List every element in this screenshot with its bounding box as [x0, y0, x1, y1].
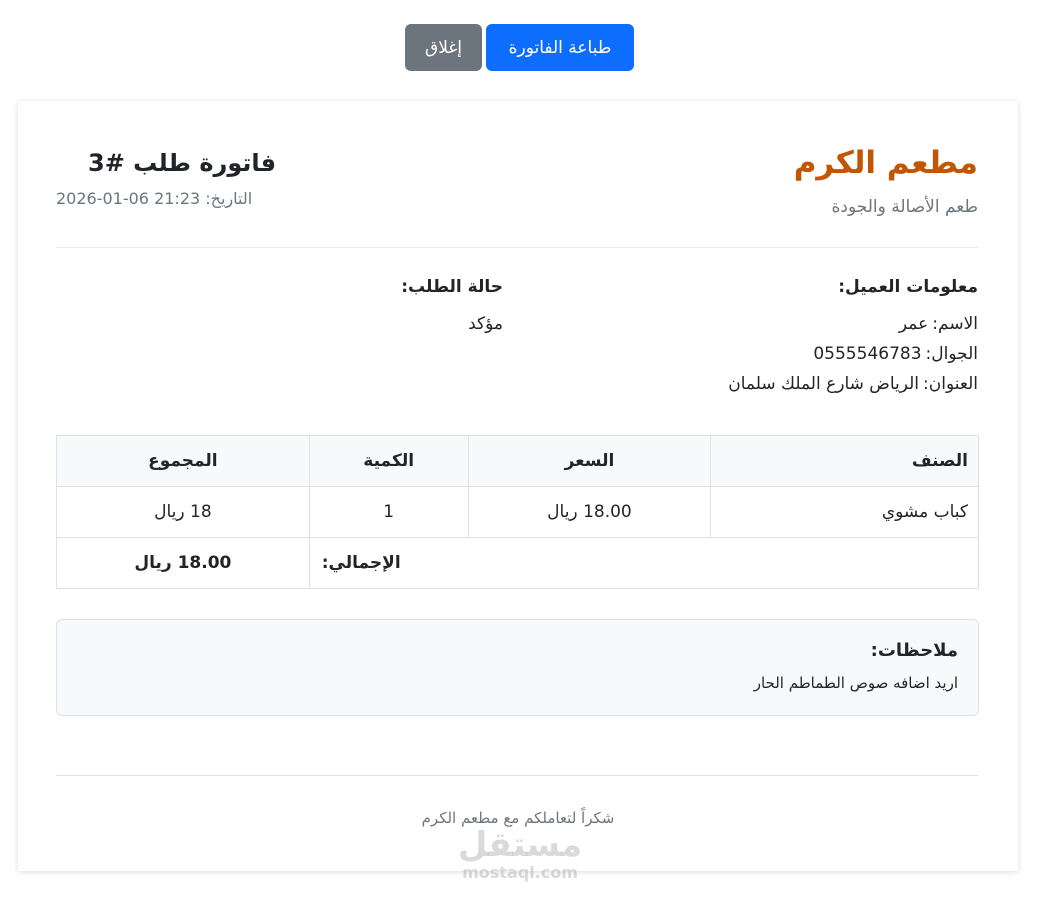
restaurant-name: مطعم الكرم [793, 145, 978, 181]
close-button[interactable]: إغلاق [405, 24, 482, 71]
table-header-row: الصنف السعر الكمية المجموع [56, 435, 979, 487]
cell-total: 18 ريال [56, 486, 310, 538]
table-row: كباب مشوي 18.00 ريال 1 18 ريال [56, 486, 979, 538]
customer-phone: الجوال:0555546783 [813, 344, 978, 364]
header-price: السعر [467, 435, 712, 487]
customer-name-value: عمر [898, 314, 929, 334]
cell-price: 18.00 ريال [467, 486, 712, 538]
customer-address-value: الرياض شارع الملك سلمان [728, 374, 920, 394]
notes-text: اريد اضافه صوص الطماطم الحار [753, 674, 958, 692]
header-item: الصنف [710, 435, 979, 487]
invoice-card: مطعم الكرم طعم الأصالة والجودة فاتورة طل… [18, 101, 1018, 871]
invoice-title: فاتورة طلب #3 [88, 149, 277, 177]
order-status-value: مؤكد [468, 314, 503, 334]
customer-address: العنوان:الرياض شارع الملك سلمان [728, 374, 978, 394]
customer-address-label: العنوان: [923, 374, 978, 394]
customer-phone-value: 0555546783 [813, 344, 922, 364]
footer-divider [56, 775, 978, 776]
cell-item: كباب مشوي [710, 486, 979, 538]
notes-box: ملاحظات: اريد اضافه صوص الطماطم الحار [56, 619, 979, 716]
thanks-message: شكراً لتعاملكم مع مطعم الكرم [421, 809, 615, 827]
grand-total-value: 18.00 ريال [56, 537, 310, 589]
customer-name-label: الاسم: [932, 314, 978, 334]
customer-name: الاسم:عمر [899, 314, 978, 334]
items-table: الصنف السعر الكمية المجموع كباب مشوي 18.… [56, 435, 980, 589]
grand-total-row: الإجمالي: 18.00 ريال [56, 537, 980, 589]
header-quantity: الكمية [308, 435, 469, 487]
cell-quantity: 1 [308, 486, 469, 538]
customer-info-heading: معلومات العميل: [838, 277, 978, 297]
invoice-date: التاريخ: 2026-01-06 21:23 [56, 189, 252, 208]
notes-title: ملاحظات: [870, 640, 958, 661]
order-status-heading: حالة الطلب: [401, 277, 503, 297]
toolbar: إغلاق طباعة الفاتورة [0, 24, 1039, 71]
header-divider [56, 247, 978, 248]
invoice-date-label: التاريخ: [205, 189, 253, 208]
customer-phone-label: الجوال: [925, 344, 978, 364]
print-invoice-button[interactable]: طباعة الفاتورة [486, 24, 634, 71]
restaurant-tagline: طعم الأصالة والجودة [831, 197, 978, 217]
invoice-date-value: 2026-01-06 21:23 [56, 189, 201, 208]
grand-total-label-cell: الإجمالي: [308, 537, 980, 589]
header-total: المجموع [56, 435, 310, 487]
grand-total-label: الإجمالي: [321, 553, 401, 573]
